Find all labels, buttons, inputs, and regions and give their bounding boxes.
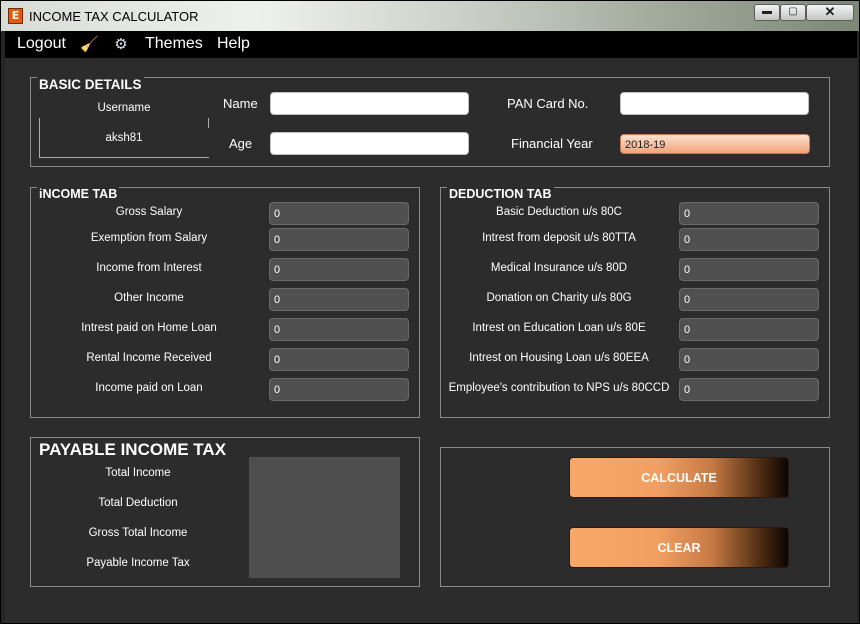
total-deduction-label: Total Deduction	[98, 497, 178, 509]
pan-field[interactable]	[620, 92, 809, 115]
deduction-80ccd-input[interactable]: 0	[679, 378, 819, 401]
income-interest-input[interactable]: 0	[269, 258, 409, 281]
deduction-label: Medical Insurance u/s 80D	[490, 262, 628, 274]
income-label: Income paid on Loan	[95, 382, 203, 394]
menu-bar: Logout 🧹 ⚙ Themes Help	[5, 31, 857, 58]
clear-button[interactable]: CLEAR	[569, 527, 789, 568]
username-value: aksh81	[105, 132, 143, 144]
income-label: Income from Interest	[96, 262, 202, 274]
deduction-title: DEDUCTION TAB	[447, 187, 554, 201]
results-display	[249, 457, 400, 578]
window-title: INCOME TAX CALCULATOR	[29, 9, 199, 24]
deduction-label: Employee's contribution to NPS u/s 80CCD	[448, 382, 670, 394]
financial-year-select[interactable]: 2018-19	[620, 134, 810, 154]
name-field[interactable]	[270, 92, 469, 115]
age-field[interactable]	[270, 132, 469, 155]
income-label: Intrest paid on Home Loan	[81, 322, 217, 334]
gear-icon[interactable]: ⚙	[112, 36, 130, 54]
deduction-label: Intrest on Housing Loan u/s 80EEA	[469, 352, 649, 364]
exemption-salary-input[interactable]: 0	[269, 228, 409, 251]
income-label: Gross Salary	[115, 206, 183, 218]
menu-help[interactable]: Help	[217, 35, 250, 53]
deduction-80g-input[interactable]: 0	[679, 288, 819, 311]
basic-details-title: BASIC DETAILS	[37, 77, 144, 92]
income-label: Exemption from Salary	[90, 232, 208, 244]
income-label: Other Income	[114, 292, 184, 304]
total-income-label: Total Income	[105, 467, 171, 479]
app-window: E INCOME TAX CALCULATOR ▬ ▢ ✕ Logout 🧹 ⚙…	[0, 0, 860, 624]
payable-title: PAYABLE INCOME TAX	[37, 440, 229, 460]
financial-year-label: Financial Year	[511, 136, 593, 151]
income-loan-input[interactable]: 0	[269, 378, 409, 401]
calculate-button[interactable]: CALCULATE	[569, 457, 789, 498]
deduction-80e-input[interactable]: 0	[679, 318, 819, 341]
frame-tick	[208, 118, 209, 128]
other-income-input[interactable]: 0	[269, 288, 409, 311]
broom-icon[interactable]: 🧹	[80, 36, 99, 54]
menu-logout[interactable]: Logout	[17, 35, 66, 53]
deduction-80c-input[interactable]: 0	[679, 202, 819, 225]
income-title: iNCOME TAB	[37, 187, 120, 201]
close-button[interactable]: ✕	[806, 4, 854, 21]
payable-tax-label: Payable Income Tax	[86, 557, 190, 569]
deduction-80tta-input[interactable]: 0	[679, 228, 819, 251]
name-label: Name	[223, 96, 258, 111]
minimize-button[interactable]: ▬	[754, 4, 780, 21]
age-label: Age	[229, 136, 253, 151]
rental-income-input[interactable]: 0	[269, 348, 409, 371]
deduction-label: Donation on Charity u/s 80G	[486, 292, 632, 304]
gross-salary-input[interactable]: 0	[269, 202, 409, 225]
deduction-label: Basic Deduction u/s 80C	[496, 206, 622, 218]
deduction-label: Intrest from deposit u/s 80TTA	[482, 232, 636, 244]
deduction-80d-input[interactable]: 0	[679, 258, 819, 281]
title-bar: E INCOME TAX CALCULATOR ▬ ▢ ✕	[1, 1, 859, 31]
username-label: Username	[97, 102, 151, 114]
maximize-button[interactable]: ▢	[780, 4, 806, 21]
app-logo-icon: E	[8, 8, 23, 24]
gross-total-income-label: Gross Total Income	[88, 527, 188, 539]
home-loan-interest-input[interactable]: 0	[269, 318, 409, 341]
pan-label: PAN Card No.	[507, 96, 589, 111]
income-label: Rental Income Received	[86, 352, 212, 364]
deduction-80eea-input[interactable]: 0	[679, 348, 819, 371]
menu-themes[interactable]: Themes	[145, 35, 203, 53]
deduction-label: Intrest on Education Loan u/s 80E	[472, 322, 646, 334]
